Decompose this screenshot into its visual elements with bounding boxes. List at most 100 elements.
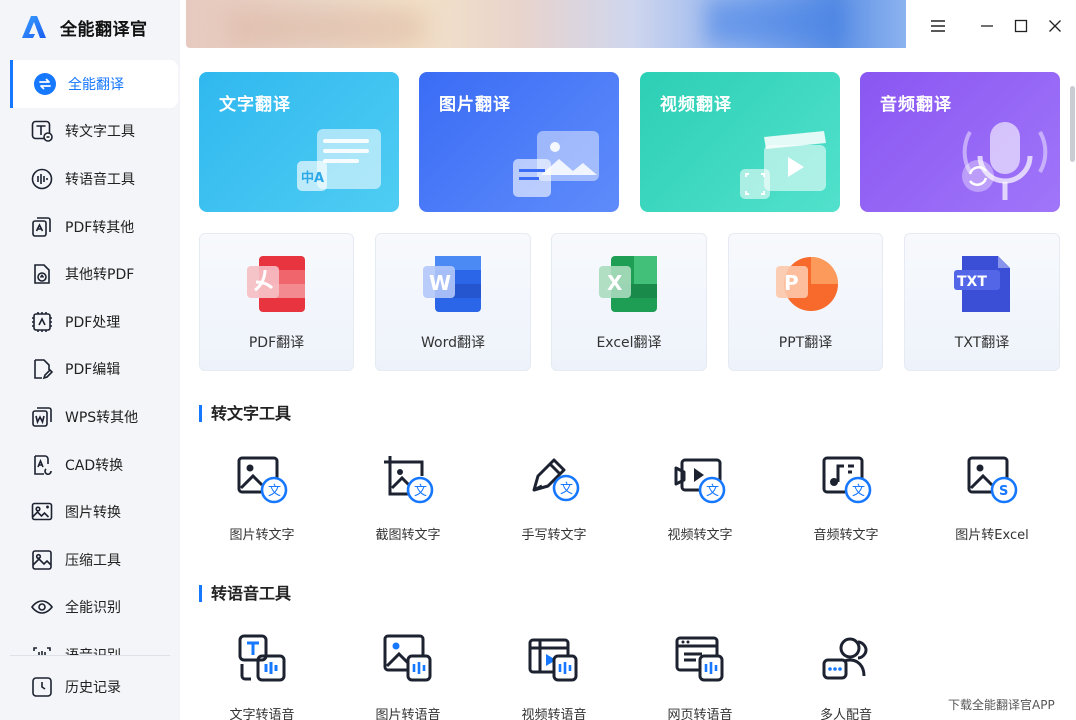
webpage-to-speech-icon — [675, 636, 724, 682]
card-video-translate[interactable]: 视频翻译 — [640, 72, 840, 212]
tool-image-to-text[interactable]: 文 图片转文字 — [207, 454, 317, 549]
minimize-button[interactable] — [970, 10, 1004, 42]
tool-image-to-excel[interactable]: S 图片转Excel — [937, 454, 1047, 549]
tool-label: 图片转文字 — [229, 528, 295, 543]
close-icon — [1049, 20, 1061, 32]
app-name: 全能翻译官 — [60, 19, 148, 40]
sidebar-item-label: 转语音工具 — [65, 171, 135, 188]
sidebar-item-recognize[interactable]: 全能识别 — [0, 584, 180, 632]
multi-voice-dubbing-icon — [822, 637, 868, 680]
tool-text-to-speech[interactable]: 文字转语音 — [207, 634, 317, 720]
speech-recognize-icon — [30, 643, 54, 655]
svg-text:P: P — [784, 271, 799, 295]
top-banner[interactable] — [186, 0, 906, 48]
sidebar-divider — [10, 655, 170, 656]
card-text-translate[interactable]: 文字翻译 中A — [199, 72, 399, 212]
card-word-translate[interactable]: W Word翻译 — [375, 233, 531, 371]
pdf-convert-icon — [30, 215, 54, 239]
banner-decoration — [226, 8, 426, 48]
card-image-translate[interactable]: 图片翻译 — [419, 72, 619, 212]
sidebar-item-cad-convert[interactable]: CAD转换 — [0, 441, 180, 489]
svg-text:S: S — [999, 484, 1008, 499]
excel-file-icon: X — [599, 256, 657, 312]
sidebar-item-pdf-process[interactable]: PDF处理 — [0, 298, 180, 346]
sidebar-item-pdf-edit[interactable]: PDF编辑 — [0, 346, 180, 394]
card-audio-translate[interactable]: 音频翻译 — [860, 72, 1060, 212]
sidebar: 全能翻译官 全能翻译 转文字工具 转语音工具 PDF转其他 其他转PDF PDF… — [0, 0, 180, 720]
sidebar-item-all-translate[interactable]: 全能翻译 — [10, 60, 178, 108]
txt-file-icon: TXT — [954, 256, 1010, 312]
svg-text:文: 文 — [414, 484, 427, 499]
tool-label: 多人配音 — [819, 708, 872, 720]
tool-image-to-speech[interactable]: 图片转语音 — [353, 634, 463, 720]
sidebar-item-label: WPS转其他 — [65, 409, 139, 426]
scrollbar-thumb[interactable] — [1070, 86, 1075, 162]
sidebar-item-label: PDF转其他 — [65, 219, 135, 236]
tool-webpage-to-speech[interactable]: 网页转语音 — [645, 634, 755, 720]
sidebar-item-pdf-to-other[interactable]: PDF转其他 — [0, 203, 180, 251]
tool-handwriting-to-text[interactable]: 文 手写转文字 — [499, 454, 609, 549]
sidebar-item-speech-recognize[interactable]: 语音识别 — [0, 631, 180, 655]
sidebar-item-to-pdf[interactable]: 其他转PDF — [0, 250, 180, 298]
tool-audio-to-text[interactable]: 文 音频转文字 — [791, 454, 901, 549]
image-to-text-icon: 文 — [237, 456, 288, 504]
close-button[interactable] — [1038, 10, 1072, 42]
sidebar-item-label: 其他转PDF — [65, 267, 135, 284]
minimize-icon — [981, 25, 993, 27]
image-to-excel-icon: S — [967, 456, 1018, 504]
tool-label: 图片转语音 — [375, 708, 441, 720]
to-pdf-icon — [30, 262, 54, 286]
recognize-icon — [30, 595, 54, 619]
banner-decoration — [706, 0, 846, 44]
sidebar-item-label: 语音识别 — [65, 645, 121, 655]
card-ppt-translate[interactable]: P PPT翻译 — [728, 233, 883, 371]
screenshot-to-text-icon: 文 — [384, 456, 434, 504]
tool-label: 手写转文字 — [521, 528, 587, 543]
sidebar-item-compress[interactable]: 压缩工具 — [0, 536, 180, 584]
card-excel-translate[interactable]: X Excel翻译 — [551, 233, 707, 371]
menu-button[interactable] — [921, 10, 955, 42]
sidebar-item-wps-to-other[interactable]: WPS转其他 — [0, 393, 180, 441]
sidebar-item-history[interactable]: 历史记录 — [0, 663, 180, 711]
card-pdf-translate[interactable]: PDF翻译 — [199, 233, 354, 371]
sidebar-item-label: 图片转换 — [65, 505, 121, 522]
card-title: 图片翻译 — [439, 95, 511, 115]
image-convert-icon — [30, 500, 54, 524]
translate-icon — [33, 72, 57, 96]
tool-multi-voice-dubbing[interactable]: 多人配音 — [791, 634, 901, 720]
sidebar-item-image-convert[interactable]: 图片转换 — [0, 488, 180, 536]
pdf-process-icon — [30, 310, 54, 334]
tool-label: 截图转文字 — [375, 528, 441, 543]
document-translate-icon: 中A — [297, 129, 381, 191]
sidebar-item-label: 全能识别 — [65, 600, 121, 617]
image-to-speech-icon — [383, 634, 432, 682]
microphone-translate-icon — [962, 122, 1048, 200]
app-logo-icon — [22, 16, 46, 38]
card-txt-translate[interactable]: TXT TXT翻译 — [904, 233, 1060, 371]
tool-video-to-text[interactable]: 文 视频转文字 — [645, 454, 755, 549]
svg-text:文: 文 — [560, 482, 573, 497]
ppt-file-icon: P — [775, 257, 838, 311]
voice-tool-icon — [30, 167, 54, 191]
svg-text:W: W — [429, 271, 451, 295]
sidebar-item-label: 全能翻译 — [68, 76, 124, 93]
brand: 全能翻译官 — [20, 12, 148, 42]
sidebar-item-voice-tool[interactable]: 转语音工具 — [0, 155, 180, 203]
card-label: Excel翻译 — [596, 335, 662, 351]
hamburger-icon — [931, 20, 945, 32]
svg-text:X: X — [607, 271, 623, 295]
image-translate-icon — [513, 131, 599, 197]
tool-label: 音频转文字 — [813, 528, 879, 543]
tool-screenshot-to-text[interactable]: 文 截图转文字 — [353, 454, 463, 549]
sidebar-item-label: PDF编辑 — [65, 362, 121, 379]
maximize-button[interactable] — [1004, 10, 1038, 42]
tool-video-to-speech[interactable]: 视频转语音 — [499, 634, 609, 720]
maximize-icon — [1014, 19, 1028, 33]
handwriting-to-text-icon: 文 — [532, 458, 580, 502]
sidebar-item-text-tool[interactable]: 转文字工具 — [0, 108, 180, 156]
tool-label: 图片转Excel — [955, 528, 1029, 543]
main-content: 文字翻译 中A 图片翻译 视频翻译 音频翻译 PDF翻译 W Word翻译 X … — [186, 48, 1066, 720]
download-app-link[interactable]: 下载全能翻译官APP — [948, 696, 1055, 713]
sidebar-item-label: 转文字工具 — [65, 124, 135, 141]
section-title-text-tools: 转文字工具 — [199, 405, 291, 422]
